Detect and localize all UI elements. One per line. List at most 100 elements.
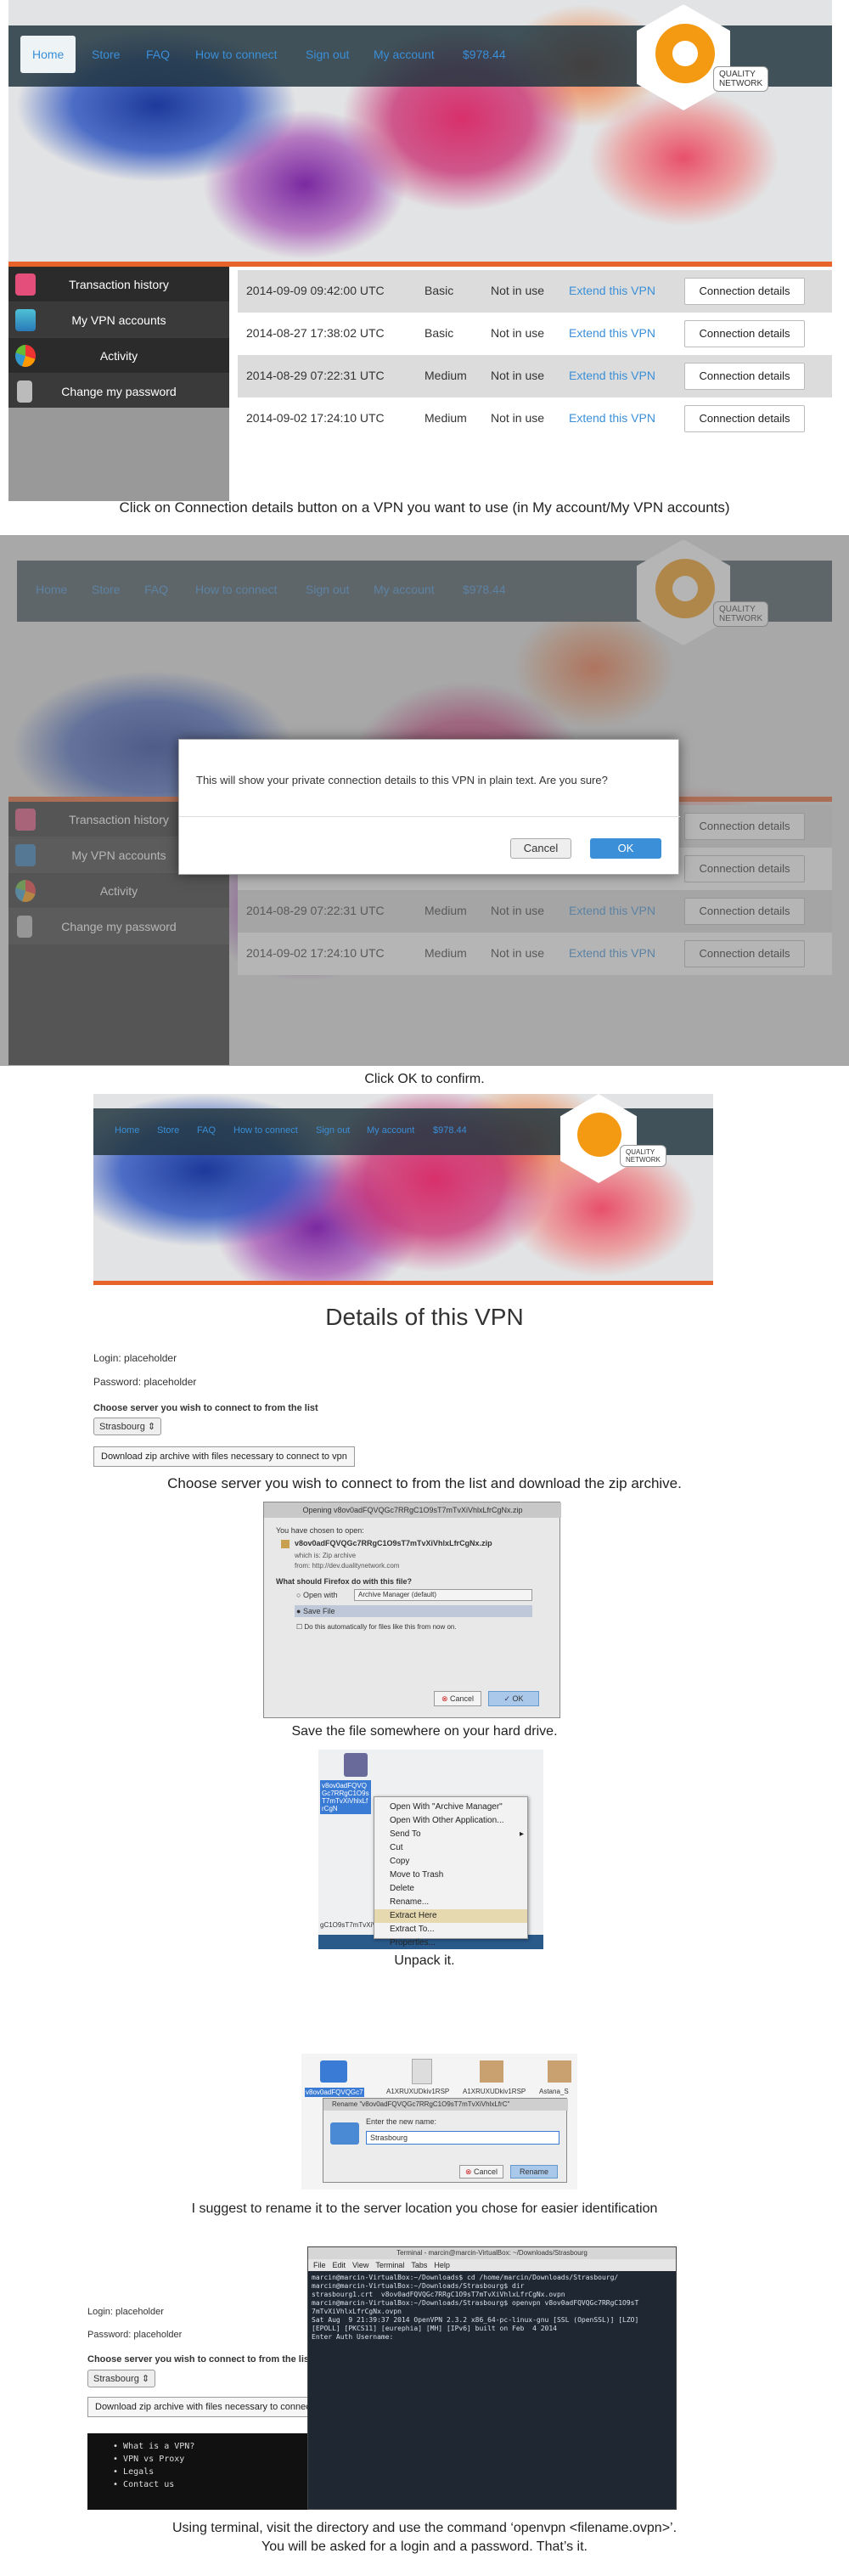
footer-links: • What is a VPN? • VPN vs Proxy • Legals… — [87, 2433, 311, 2510]
menu-item-properties[interactable]: Properties... — [374, 1936, 527, 1950]
login-text: Login: placeholder — [87, 2307, 164, 2317]
menu-item-extract-to[interactable]: Extract To... — [374, 1923, 527, 1936]
menu-help[interactable]: Help — [434, 2261, 450, 2269]
footer-link[interactable]: • Contact us — [113, 2478, 311, 2491]
login-text: Login: placeholder — [93, 1352, 177, 1364]
nav-sign-out[interactable]: Sign out — [306, 48, 349, 61]
server-select[interactable]: Strasbourg ⇕ — [93, 1418, 162, 1435]
extend-vpn-link[interactable]: Extend this VPN — [569, 411, 655, 425]
file-type: which is: Zip archive — [295, 1552, 357, 1559]
menu-edit[interactable]: Edit — [333, 2261, 346, 2269]
connection-details-button[interactable]: Connection details — [684, 405, 805, 432]
menu-item-extract-here[interactable]: Extract Here — [374, 1909, 527, 1923]
nav-how-to-connect[interactable]: How to connect — [195, 48, 278, 61]
sidebar-item-activity[interactable]: Activity — [8, 338, 229, 374]
logo[interactable]: QUALITY NETWORK — [628, 0, 769, 110]
menu-item-send-to[interactable]: Send To ▸ — [374, 1828, 527, 1841]
sidebar-item-password[interactable]: Change my password — [8, 374, 229, 409]
menu-item-move-to-trash[interactable]: Move to Trash — [374, 1869, 527, 1882]
extend-vpn-link[interactable]: Extend this VPN — [569, 369, 655, 382]
extend-vpn-link[interactable]: Extend this VPN — [569, 284, 655, 297]
chosen-label: You have chosen to open: — [276, 1526, 364, 1535]
menu-item-copy[interactable]: Copy — [374, 1855, 527, 1869]
menu-tabs[interactable]: Tabs — [411, 2261, 427, 2269]
rename-input[interactable]: Strasbourg — [366, 2131, 559, 2145]
caption-step-7a: Using terminal, visit the directory and … — [171, 2521, 678, 2535]
nav-faq[interactable]: FAQ — [197, 1125, 216, 1136]
menu-item-open-other[interactable]: Open With Other Application... — [374, 1814, 527, 1828]
vpn-table: 2014-09-09 09:42:00 UTC Basic Not in use… — [238, 267, 832, 445]
download-zip-button[interactable]: Download zip archive with files necessar… — [93, 1446, 355, 1467]
menu-file[interactable]: File — [313, 2261, 326, 2269]
row-date: 2014-08-29 07:22:31 UTC — [246, 369, 385, 382]
ok-button[interactable]: ✓ OK — [488, 1691, 539, 1706]
file-label[interactable]: Astana_S — [539, 2088, 569, 2095]
menu-item-delete[interactable]: Delete — [374, 1882, 527, 1896]
connection-details-button[interactable]: Connection details — [684, 363, 805, 390]
footer-link[interactable]: • What is a VPN? — [113, 2440, 311, 2453]
row-date: 2014-08-27 17:38:02 UTC — [246, 326, 385, 340]
details-title: Details of this VPN — [325, 1304, 524, 1330]
file-source: from: http://dev.dualitynetwork.com — [295, 1562, 400, 1570]
open-with-radio[interactable]: ○ Open with — [296, 1591, 337, 1599]
file-label[interactable]: A1XRUXUDkiv1RSP — [386, 2088, 449, 2095]
file-label[interactable]: A1XRUXUDkiv1RSP — [463, 2088, 526, 2095]
row-status: Not in use — [491, 284, 545, 297]
cancel-button[interactable]: ⊗ Cancel — [434, 1691, 481, 1706]
terminal-output[interactable]: marcin@marcin-VirtualBox:~/Downloads$ cd… — [308, 2271, 676, 2509]
nav-sign-out[interactable]: Sign out — [316, 1125, 350, 1136]
orange-divider — [93, 1281, 713, 1285]
nav-my-account[interactable]: My account — [374, 48, 435, 61]
choose-server-label: Choose server you wish to connect to fro… — [87, 2354, 308, 2365]
nav-store[interactable]: Store — [157, 1125, 179, 1136]
caption-step-2: Click OK to confirm. — [364, 1072, 485, 1086]
menu-item-cut[interactable]: Cut — [374, 1841, 527, 1855]
row-plan: Medium — [424, 411, 467, 425]
caption-step-6: I suggest to rename it to the server loc… — [191, 2201, 658, 2216]
honeycomb-icon — [577, 1113, 621, 1157]
file-label[interactable]: v8ov0adFQVQGc7RRgC1O9sT7mTvXiVhlxLfrCgN — [320, 1780, 371, 1814]
logo-text: QUALITYNETWORK — [620, 1145, 666, 1167]
rename-button[interactable]: Rename — [510, 2165, 558, 2179]
zip-file-icon — [281, 1540, 290, 1548]
menu-view[interactable]: View — [352, 2261, 368, 2269]
logo-small[interactable]: QUALITY NETWORK — [560, 1094, 666, 1187]
cancel-button[interactable]: Cancel — [510, 838, 571, 859]
nav-faq[interactable]: FAQ — [146, 48, 170, 61]
auto-checkbox[interactable]: ☐ Do this automatically for files like t… — [296, 1623, 457, 1631]
nav-home[interactable]: Home — [20, 36, 76, 73]
choose-server-label: Choose server you wish to connect to fro… — [93, 1403, 318, 1413]
question-label: What should Firefox do with this file? — [276, 1577, 412, 1586]
row-plan: Basic — [424, 284, 454, 297]
check-icon: ✓ — [503, 1694, 510, 1703]
context-menu: Open With "Archive Manager" Open With Ot… — [374, 1796, 528, 1948]
download-zip-button[interactable]: Download zip archive with files necessar… — [87, 2397, 311, 2417]
connection-details-button[interactable]: Connection details — [684, 320, 805, 347]
nav-my-account[interactable]: My account — [367, 1125, 414, 1136]
table-row: 2014-08-29 07:22:31 UTC Medium Not in us… — [238, 355, 832, 397]
footer-link[interactable]: • Legals — [113, 2466, 311, 2478]
connection-details-button[interactable]: Connection details — [684, 278, 805, 305]
app-select[interactable]: Archive Manager (default) — [354, 1589, 532, 1601]
sidebar-item-transactions[interactable]: Transaction history — [8, 267, 229, 302]
save-file-radio[interactable]: ● Save File — [295, 1605, 532, 1617]
footer-link[interactable]: • VPN vs Proxy — [113, 2453, 311, 2466]
chevron-down-icon: ⇕ — [141, 2374, 150, 2384]
server-select[interactable]: Strasbourg ⇕ — [87, 2370, 156, 2387]
menu-item-open-archive[interactable]: Open With "Archive Manager" — [374, 1801, 527, 1814]
file-label[interactable]: v8ov0adFQVQGc7 — [305, 2088, 364, 2097]
nav-store[interactable]: Store — [92, 48, 120, 61]
dialog-titlebar: Opening v8ov0adFQVQGc7RRgC1O9sT7mTvXiVhl… — [264, 1502, 561, 1518]
ok-button[interactable]: OK — [590, 838, 661, 859]
extend-vpn-link[interactable]: Extend this VPN — [569, 326, 655, 340]
terminal-window: Terminal - marcin@marcin-VirtualBox: ~/D… — [307, 2246, 677, 2510]
cancel-button[interactable]: ⊗ Cancel — [459, 2165, 503, 2179]
menu-item-rename[interactable]: Rename... — [374, 1896, 527, 1909]
sidebar-item-vpn-accounts[interactable]: My VPN accounts — [8, 302, 229, 338]
nav-how-to-connect[interactable]: How to connect — [233, 1125, 298, 1136]
archive-icon — [548, 2060, 571, 2083]
caption-step-5: Unpack it. — [394, 1953, 455, 1968]
nav-home[interactable]: Home — [115, 1125, 139, 1136]
menu-terminal[interactable]: Terminal — [375, 2261, 404, 2269]
archive-icon — [480, 2060, 503, 2083]
